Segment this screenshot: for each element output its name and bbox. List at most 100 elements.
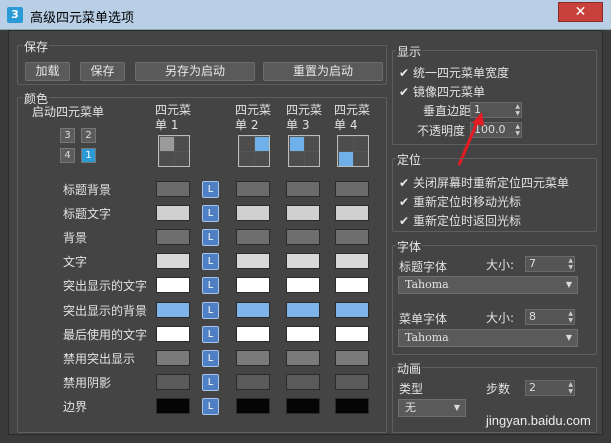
- animation-steps-label: 步数: [486, 382, 511, 396]
- color-swatch-quad-4[interactable]: [335, 277, 369, 293]
- color-swatch-quad-3[interactable]: [286, 302, 320, 318]
- close-button[interactable]: ✕: [558, 2, 603, 22]
- watermark: jingyan.baidu.com: [486, 413, 591, 428]
- dialog-body: 保存 加载 保存 另存为启动 重置为启动 颜色 启动四元菜单 3 2 4 1 四…: [8, 30, 603, 435]
- color-swatch-quad-4[interactable]: [335, 253, 369, 269]
- color-swatch-quad-2[interactable]: [236, 277, 270, 293]
- animation-group-label: 动画: [396, 360, 423, 377]
- menu-size-label: 大小:: [486, 311, 515, 325]
- quad-preview-3: [288, 135, 320, 167]
- color-swatch-quad-2[interactable]: [236, 181, 270, 197]
- color-swatch-quad-2[interactable]: [236, 253, 270, 269]
- lock-all-button[interactable]: L: [202, 229, 219, 246]
- column-header-1: 四元菜单 1: [155, 103, 192, 132]
- color-swatch-quad-2[interactable]: [236, 350, 270, 366]
- app-icon: 3: [7, 7, 23, 23]
- window-title: 高级四元菜单选项: [30, 11, 135, 26]
- color-row-label: 标题背景: [63, 183, 112, 197]
- color-row-label: 突出显示的背景: [63, 304, 148, 318]
- title-size-label: 大小:: [486, 258, 515, 272]
- color-swatch-quad-3[interactable]: [286, 205, 320, 221]
- quad-number-4[interactable]: 4: [60, 148, 75, 163]
- title-font-label: 标题字体: [399, 260, 448, 274]
- quad-preview-2: [238, 135, 270, 167]
- quad-preview-4: [337, 135, 369, 167]
- color-swatch-quad-4[interactable]: [335, 229, 369, 245]
- color-swatch-quad-2[interactable]: [236, 229, 270, 245]
- font-group-label: 字体: [396, 238, 423, 255]
- startup-quad-label: 启动四元菜单: [32, 105, 105, 119]
- quad-preview-1: [158, 135, 190, 167]
- color-swatch-quad-2[interactable]: [236, 205, 270, 221]
- color-swatch-quad-4[interactable]: [335, 398, 369, 414]
- uniform-width-checkbox[interactable]: ✔ 统一四元菜单宽度: [399, 64, 509, 81]
- return-cursor-checkbox[interactable]: ✔ 重新定位时返回光标: [399, 212, 521, 229]
- move-cursor-checkbox[interactable]: ✔ 重新定位时移动光标: [399, 193, 521, 210]
- save-as-startup-button[interactable]: 另存为启动: [135, 62, 255, 81]
- lock-all-button[interactable]: L: [202, 350, 219, 367]
- menu-font-select[interactable]: Tahoma ▼: [398, 329, 578, 347]
- color-swatch-quad-2[interactable]: [236, 302, 270, 318]
- color-swatch-quad-4[interactable]: [335, 302, 369, 318]
- color-row-label: 最后使用的文字: [63, 328, 148, 342]
- quad-number-3[interactable]: 3: [60, 128, 75, 143]
- display-group-label: 显示: [396, 43, 423, 60]
- column-header-2: 四元菜单 2: [235, 103, 272, 132]
- quad-number-1[interactable]: 1: [81, 148, 96, 163]
- title-font-select[interactable]: Tahoma ▼: [398, 276, 578, 294]
- color-swatch-quad-1[interactable]: [156, 374, 190, 390]
- quad-number-2[interactable]: 2: [81, 128, 96, 143]
- color-swatch-quad-2[interactable]: [236, 374, 270, 390]
- color-row-label: 标题文字: [63, 207, 112, 221]
- color-swatch-quad-3[interactable]: [286, 374, 320, 390]
- lock-all-button[interactable]: L: [202, 253, 219, 270]
- title-size-spinner[interactable]: 7 ▲ ▼: [525, 256, 575, 272]
- color-swatch-quad-3[interactable]: [286, 398, 320, 414]
- column-header-4: 四元菜单 4: [334, 103, 371, 132]
- color-swatch-quad-4[interactable]: [335, 374, 369, 390]
- lock-all-button[interactable]: L: [202, 374, 219, 391]
- color-swatch-quad-1[interactable]: [156, 398, 190, 414]
- color-swatch-quad-3[interactable]: [286, 181, 320, 197]
- color-swatch-quad-1[interactable]: [156, 253, 190, 269]
- title-bar: 3 高级四元菜单选项 ✕: [0, 0, 611, 30]
- lock-all-button[interactable]: L: [202, 181, 219, 198]
- color-swatch-quad-1[interactable]: [156, 350, 190, 366]
- color-swatch-quad-3[interactable]: [286, 326, 320, 342]
- color-swatch-quad-1[interactable]: [156, 302, 190, 318]
- lock-all-button[interactable]: L: [202, 398, 219, 415]
- color-swatch-quad-4[interactable]: [335, 350, 369, 366]
- color-swatch-quad-4[interactable]: [335, 326, 369, 342]
- color-swatch-quad-2[interactable]: [236, 398, 270, 414]
- lock-all-button[interactable]: L: [202, 205, 219, 222]
- color-swatch-quad-3[interactable]: [286, 350, 320, 366]
- column-header-3: 四元菜单 3: [286, 103, 323, 132]
- color-swatch-quad-1[interactable]: [156, 326, 190, 342]
- mirror-checkbox[interactable]: ✔ 镜像四元菜单: [399, 83, 485, 100]
- load-button[interactable]: 加载: [25, 62, 70, 81]
- color-swatch-quad-1[interactable]: [156, 229, 190, 245]
- color-swatch-quad-3[interactable]: [286, 229, 320, 245]
- color-swatch-quad-1[interactable]: [156, 181, 190, 197]
- reset-to-startup-button[interactable]: 重置为启动: [263, 62, 383, 81]
- lock-all-button[interactable]: L: [202, 302, 219, 319]
- save-button[interactable]: 保存: [80, 62, 125, 81]
- color-swatch-quad-3[interactable]: [286, 253, 320, 269]
- color-swatch-quad-2[interactable]: [236, 326, 270, 342]
- save-group-label: 保存: [23, 38, 50, 55]
- menu-size-spinner[interactable]: 8 ▲ ▼: [525, 309, 575, 325]
- animation-type-select[interactable]: 无 ▼: [398, 399, 466, 417]
- color-row-label: 文字: [63, 255, 88, 269]
- lock-all-button[interactable]: L: [202, 277, 219, 294]
- color-swatch-quad-1[interactable]: [156, 205, 190, 221]
- color-swatch-quad-3[interactable]: [286, 277, 320, 293]
- color-swatch-quad-4[interactable]: [335, 205, 369, 221]
- reposition-checkbox[interactable]: ✔ 关闭屏幕时重新定位四元菜单: [399, 174, 569, 191]
- color-swatch-quad-1[interactable]: [156, 277, 190, 293]
- menu-font-label: 菜单字体: [399, 312, 448, 326]
- color-row-label: 边界: [63, 400, 88, 414]
- animation-steps-spinner[interactable]: 2 ▲ ▼: [525, 380, 575, 396]
- color-row-label: 背景: [63, 231, 88, 245]
- lock-all-button[interactable]: L: [202, 326, 219, 343]
- color-swatch-quad-4[interactable]: [335, 181, 369, 197]
